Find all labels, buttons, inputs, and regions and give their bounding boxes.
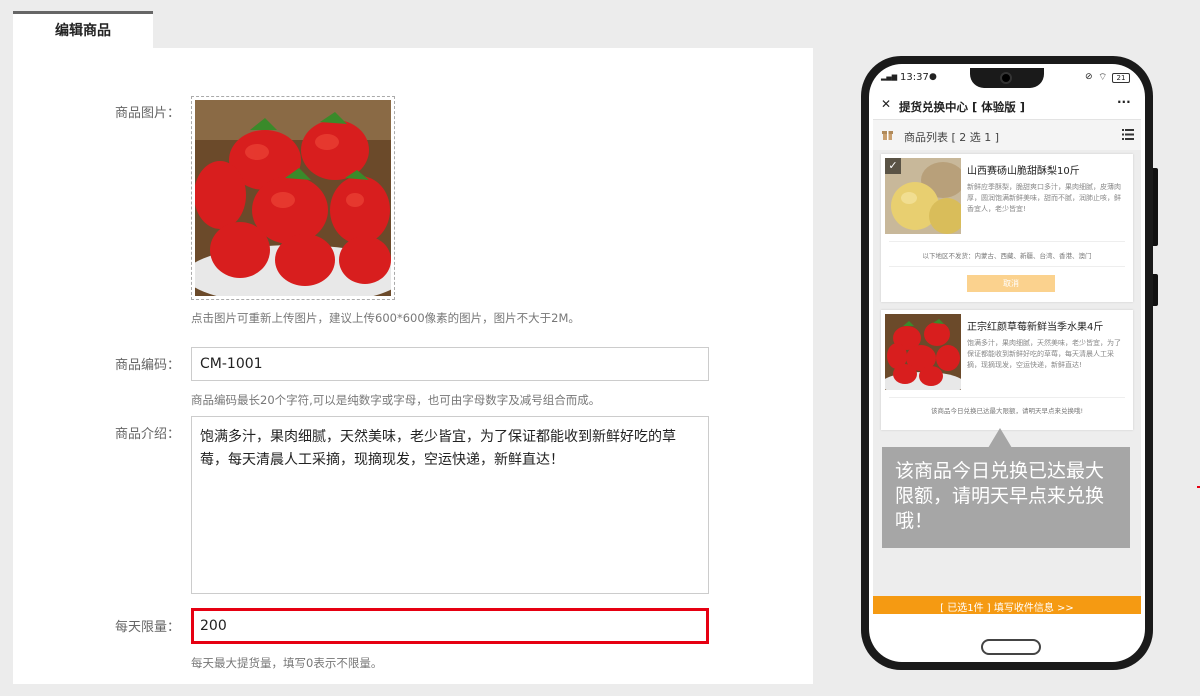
intro-label: 商品介绍： [114,427,180,442]
status-time: 13:37 [900,72,929,83]
product-code-input[interactable]: CM-1001 [191,347,709,381]
notification-icon: ● [929,72,937,82]
image-hint: 点击图片可重新上传图片，建议上传600*600像素的图片，图片不大于2M。 [191,311,580,325]
nav-bar: ✕ 提货兑换中心 [ 体验版 ] ··· [873,90,1141,120]
nav-title: 提货兑换中心 [ 体验版 ] [899,100,1026,114]
card-divider [889,241,1125,242]
mute-icon: ⊘ [1085,72,1093,82]
card-divider [889,266,1125,267]
code-label: 商品编码： [114,358,180,373]
code-hint: 商品编码最长20个字符,可以是纯数字或字母，也可由字母数字及减号组合而成。 [191,393,601,407]
gift-icon [882,131,893,140]
tooltip-arrow [988,428,1012,448]
close-icon[interactable]: ✕ [881,97,891,111]
daily-limit-input[interactable]: 200 [191,608,709,644]
camera-notch [970,68,1044,88]
list-header: 商品列表 [ 2 选 1 ] [873,120,1141,150]
product-card-pear[interactable]: ✓ 山西赛砀山脆甜酥梨10斤 新鲜应季酥梨，脆甜爽口多汁，果肉细腻，皮薄肉厚，圆… [881,154,1133,302]
phone-volume-button [1153,168,1158,246]
edit-form-panel: 商品图片： 点击图片可重新上传图片，建议上传600*600像素的图片，图片不大于… [13,48,813,684]
card-limit-note: 该商品今日兑换已达最大限额，请明天早点来兑换哦! [930,407,1084,415]
limit-label: 每天限量： [114,620,180,635]
image-label: 商品图片： [114,106,180,121]
card-divider [889,397,1125,398]
selected-check-icon: ✓ [885,158,901,174]
limit-hint: 每天最大提货量，填写0表示不限量。 [191,656,383,670]
strawberry-thumb [885,314,961,390]
tab-edit-product[interactable]: 编辑商品 [13,11,153,48]
card-description: 饱满多汁，果肉细腻，天然美味，老少皆宜，为了保证都能收到新鲜好吃的草莓，每天清晨… [967,339,1121,369]
phone-home-button [981,639,1041,655]
strawberry-photo [185,100,405,305]
cancel-button[interactable]: 取消 [967,275,1055,292]
list-menu-icon[interactable] [1122,129,1134,140]
signal-icon: ▂▄▆ [881,73,898,81]
more-icon[interactable]: ··· [1117,95,1131,109]
list-title: 商品列表 [ 2 选 1 ] [904,131,1000,144]
battery-icon: 21 [1112,73,1130,83]
phone-body: ▂▄▆ 13:37 ● ⊘ ⌔ 21 ✕ 提货兑换中心 [ 体验版 ] ··· [869,64,1145,662]
fill-shipping-info-button[interactable]: [ 已选1件 ] 填写收件信息 >> [873,596,1141,614]
card-description: 新鲜应季酥梨，脆甜爽口多汁，果肉细腻，皮薄肉厚，圆润饱满新鲜美味，甜而不腻，润肺… [967,183,1121,213]
phone-preview: ▂▄▆ 13:37 ● ⊘ ⌔ 21 ✕ 提货兑换中心 [ 体验版 ] ··· [861,56,1158,670]
card-shipping-note: 以下地区不发货：内蒙古、西藏、新疆、台湾、香港、澳门 [922,252,1092,260]
product-intro-textarea[interactable]: 饱满多汁，果肉细腻，天然美味，老少皆宜，为了保证都能收到新鲜好吃的草莓，每天清晨… [191,416,709,594]
limit-tooltip: 该商品今日兑换已达最大限额，请明天早点来兑换哦！ [882,447,1130,548]
status-bar: ▂▄▆ 13:37 ● ⊘ ⌔ 21 [873,68,1141,90]
card-title: 正宗红颜草莓新鲜当季水果4斤 [967,322,1104,333]
product-image-upload[interactable] [185,96,405,305]
card-title: 山西赛砀山脆甜酥梨10斤 [967,166,1080,177]
phone-power-button [1153,274,1158,306]
product-card-strawberry[interactable]: 正宗红颜草莓新鲜当季水果4斤 饱满多汁，果肉细腻，天然美味，老少皆宜，为了保证都… [881,310,1133,430]
wifi-icon: ⌔ [1098,72,1108,83]
